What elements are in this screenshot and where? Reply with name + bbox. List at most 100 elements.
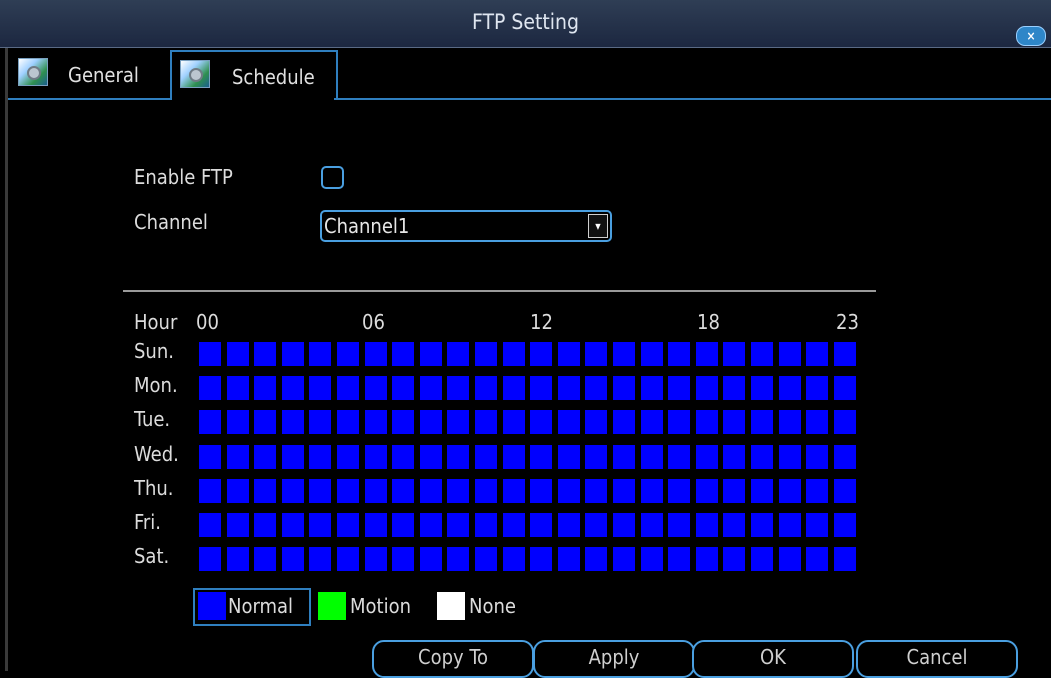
schedule-cell[interactable]: [779, 479, 801, 503]
schedule-cell[interactable]: [447, 479, 469, 503]
schedule-cell[interactable]: [309, 342, 331, 366]
schedule-cell[interactable]: [530, 376, 552, 400]
schedule-cell[interactable]: [530, 513, 552, 537]
schedule-cell[interactable]: [668, 479, 690, 503]
legend-none-swatch[interactable]: [437, 592, 465, 620]
schedule-cell[interactable]: [392, 445, 414, 469]
close-icon[interactable]: ×: [1016, 26, 1046, 46]
schedule-cell[interactable]: [558, 445, 580, 469]
schedule-cell[interactable]: [503, 376, 525, 400]
schedule-cell[interactable]: [806, 342, 828, 366]
tab-general[interactable]: General: [10, 50, 166, 98]
schedule-cell[interactable]: [530, 547, 552, 571]
schedule-cell[interactable]: [227, 410, 249, 434]
schedule-cell[interactable]: [641, 445, 663, 469]
schedule-cell[interactable]: [447, 445, 469, 469]
schedule-cell[interactable]: [447, 342, 469, 366]
schedule-cell[interactable]: [585, 342, 607, 366]
schedule-cell[interactable]: [420, 445, 442, 469]
schedule-cell[interactable]: [613, 479, 635, 503]
schedule-cell[interactable]: [365, 410, 387, 434]
schedule-cell[interactable]: [613, 376, 635, 400]
schedule-cell[interactable]: [668, 376, 690, 400]
schedule-cell[interactable]: [337, 547, 359, 571]
schedule-cell[interactable]: [641, 342, 663, 366]
schedule-cell[interactable]: [199, 479, 221, 503]
schedule-cell[interactable]: [365, 479, 387, 503]
schedule-cell[interactable]: [696, 479, 718, 503]
schedule-cell[interactable]: [199, 445, 221, 469]
schedule-cell[interactable]: [806, 445, 828, 469]
schedule-cell[interactable]: [365, 547, 387, 571]
schedule-cell[interactable]: [613, 410, 635, 434]
schedule-cell[interactable]: [779, 342, 801, 366]
schedule-cell[interactable]: [475, 547, 497, 571]
schedule-cell[interactable]: [392, 479, 414, 503]
schedule-cell[interactable]: [558, 547, 580, 571]
schedule-cell[interactable]: [613, 513, 635, 537]
schedule-cell[interactable]: [254, 479, 276, 503]
schedule-cell[interactable]: [227, 479, 249, 503]
schedule-cell[interactable]: [585, 410, 607, 434]
schedule-cell[interactable]: [834, 479, 856, 503]
schedule-cell[interactable]: [696, 547, 718, 571]
schedule-cell[interactable]: [309, 479, 331, 503]
schedule-cell[interactable]: [641, 410, 663, 434]
schedule-cell[interactable]: [503, 479, 525, 503]
schedule-cell[interactable]: [723, 410, 745, 434]
schedule-cell[interactable]: [751, 513, 773, 537]
schedule-cell[interactable]: [254, 445, 276, 469]
schedule-cell[interactable]: [199, 342, 221, 366]
schedule-cell[interactable]: [447, 513, 469, 537]
schedule-cell[interactable]: [392, 410, 414, 434]
legend-motion-label[interactable]: Motion: [350, 594, 411, 618]
legend-normal-label[interactable]: Normal: [228, 594, 293, 618]
schedule-cell[interactable]: [530, 342, 552, 366]
schedule-cell[interactable]: [668, 513, 690, 537]
schedule-cell[interactable]: [365, 513, 387, 537]
legend-none-label[interactable]: None: [469, 594, 516, 618]
schedule-cell[interactable]: [420, 376, 442, 400]
schedule-cell[interactable]: [696, 376, 718, 400]
schedule-cell[interactable]: [696, 410, 718, 434]
schedule-cell[interactable]: [668, 410, 690, 434]
schedule-cell[interactable]: [503, 547, 525, 571]
schedule-cell[interactable]: [420, 479, 442, 503]
cancel-button[interactable]: Cancel: [856, 640, 1018, 678]
schedule-cell[interactable]: [585, 547, 607, 571]
schedule-cell[interactable]: [337, 479, 359, 503]
schedule-cell[interactable]: [585, 513, 607, 537]
schedule-cell[interactable]: [447, 410, 469, 434]
schedule-cell[interactable]: [420, 513, 442, 537]
schedule-cell[interactable]: [779, 513, 801, 537]
schedule-cell[interactable]: [723, 513, 745, 537]
schedule-cell[interactable]: [530, 445, 552, 469]
ok-button[interactable]: OK: [692, 640, 854, 678]
schedule-cell[interactable]: [530, 479, 552, 503]
schedule-cell[interactable]: [227, 342, 249, 366]
schedule-cell[interactable]: [254, 513, 276, 537]
schedule-cell[interactable]: [475, 479, 497, 503]
schedule-cell[interactable]: [834, 342, 856, 366]
schedule-cell[interactable]: [309, 376, 331, 400]
schedule-cell[interactable]: [723, 547, 745, 571]
schedule-cell[interactable]: [806, 479, 828, 503]
schedule-cell[interactable]: [503, 342, 525, 366]
schedule-cell[interactable]: [723, 376, 745, 400]
schedule-cell[interactable]: [503, 513, 525, 537]
schedule-cell[interactable]: [834, 513, 856, 537]
schedule-cell[interactable]: [337, 376, 359, 400]
schedule-cell[interactable]: [309, 547, 331, 571]
schedule-cell[interactable]: [282, 547, 304, 571]
schedule-cell[interactable]: [337, 342, 359, 366]
schedule-cell[interactable]: [309, 410, 331, 434]
schedule-cell[interactable]: [392, 547, 414, 571]
schedule-cell[interactable]: [227, 376, 249, 400]
schedule-cell[interactable]: [392, 376, 414, 400]
schedule-cell[interactable]: [779, 376, 801, 400]
legend-normal-swatch[interactable]: [198, 592, 226, 620]
schedule-cell[interactable]: [558, 479, 580, 503]
schedule-cell[interactable]: [641, 479, 663, 503]
schedule-cell[interactable]: [696, 513, 718, 537]
chevron-down-icon[interactable]: ▾: [588, 214, 608, 238]
